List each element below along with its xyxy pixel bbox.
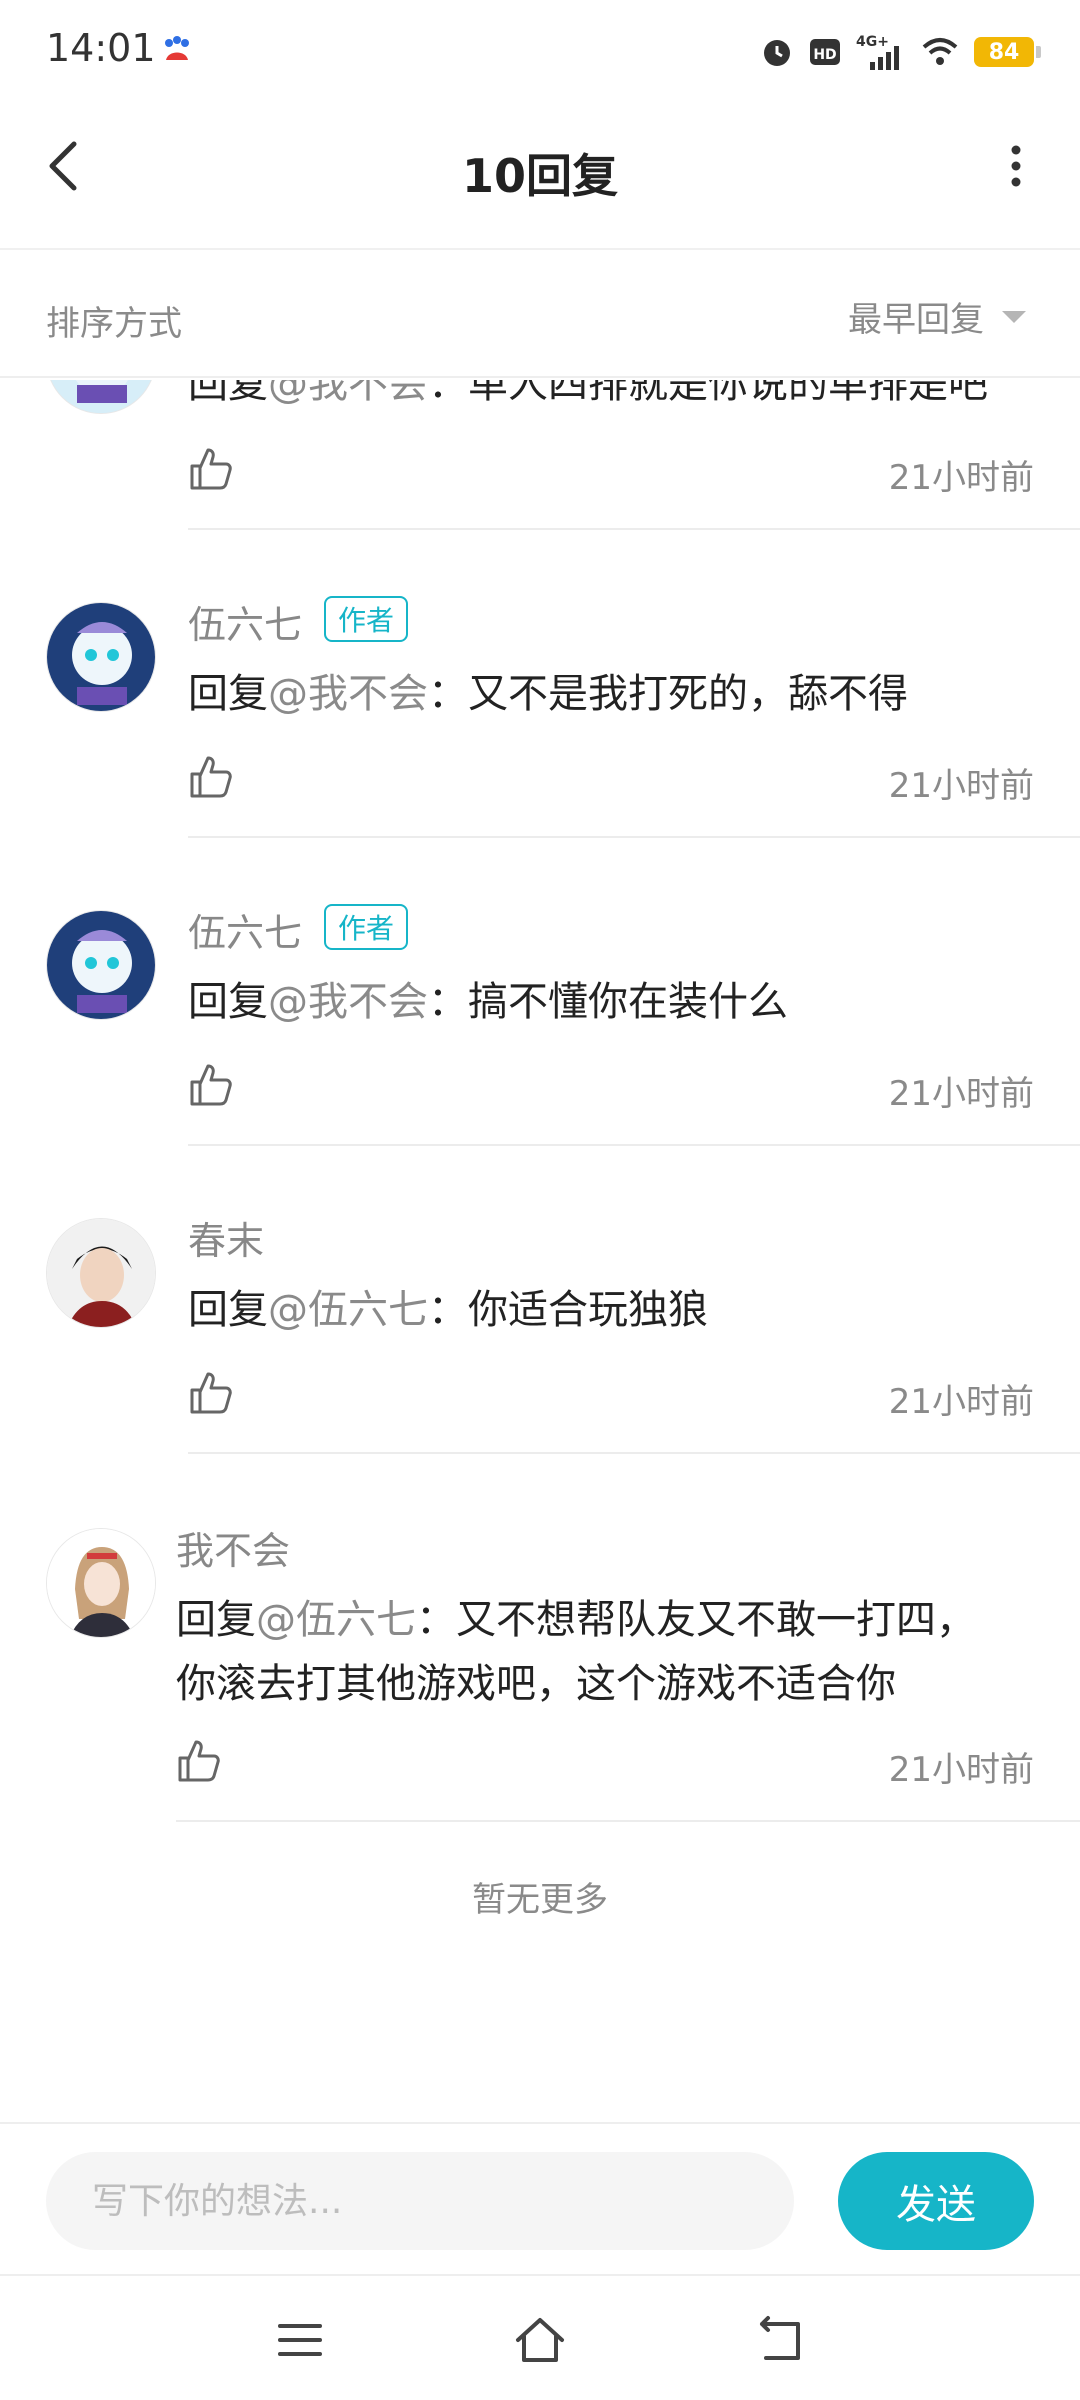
mention-link[interactable]: @我不会	[268, 671, 428, 717]
mention-link[interactable]: @伍六七	[256, 1597, 416, 1643]
sort-bar: 排序方式 最早回复	[0, 252, 1080, 378]
system-nav-bar	[0, 2274, 1080, 2400]
avatar[interactable]	[46, 602, 156, 712]
thumbs-up-icon[interactable]	[176, 1738, 222, 1784]
avatar-image	[47, 380, 155, 413]
svg-text:4G+: 4G+	[856, 34, 889, 50]
reply-time: 21小时前	[888, 1382, 1034, 1422]
reply-content: 回复@伍六七：你适合玩独狼	[188, 1287, 708, 1333]
avatar[interactable]	[46, 1528, 156, 1638]
avatar-image	[47, 1529, 155, 1637]
mention-link[interactable]: @我不会	[268, 979, 428, 1025]
divider	[188, 1452, 1080, 1454]
user-name[interactable]: 我不会	[176, 1520, 290, 1575]
alarm-icon	[764, 40, 790, 66]
reply-time: 21小时前	[888, 458, 1034, 498]
user-name[interactable]: 春末	[188, 1210, 264, 1265]
comment-bar: 发送	[0, 2122, 1080, 2274]
status-bar: 14:01 HD 4G+ 84	[0, 0, 1080, 100]
sort-dropdown[interactable]: 最早回复	[848, 292, 1028, 341]
reply-time: 21小时前	[888, 1750, 1034, 1790]
reply-time: 21小时前	[888, 766, 1034, 806]
wifi-icon	[922, 38, 958, 65]
reply-content: 回复@我不会：搞不懂你在装什么	[188, 979, 788, 1025]
user-name[interactable]: 伍六七	[188, 594, 302, 649]
thumbs-up-icon[interactable]	[188, 1062, 234, 1108]
divider	[188, 1144, 1080, 1146]
home-icon[interactable]	[512, 2312, 568, 2368]
thumbs-up-icon[interactable]	[188, 446, 234, 492]
author-badge: 作者	[324, 904, 409, 950]
avatar-image	[47, 911, 155, 1019]
no-more-label: 暂无更多	[472, 1880, 608, 1920]
divider	[176, 1820, 1080, 1822]
author-badge: 作者	[324, 596, 409, 642]
avatar[interactable]	[46, 380, 156, 414]
menu-icon[interactable]	[272, 2312, 328, 2368]
signal-icon: 4G+	[856, 34, 899, 70]
more-options-icon[interactable]	[988, 136, 1044, 196]
avatar-image	[47, 603, 155, 711]
thumbs-up-icon[interactable]	[188, 1370, 234, 1416]
mention-link[interactable]: @我不会	[268, 380, 428, 407]
thumbs-up-icon[interactable]	[188, 754, 234, 800]
avatar-image	[47, 1219, 155, 1327]
reply-content: 回复@伍六七：又不想帮队友又不敢一打四，	[176, 1597, 976, 1643]
header-bar: 10回复	[0, 100, 1080, 250]
battery-indicator: 84	[974, 37, 1041, 67]
send-button[interactable]: 发送	[838, 2152, 1034, 2250]
caret-down-icon	[1002, 310, 1026, 323]
divider	[188, 836, 1080, 838]
divider	[188, 528, 1080, 530]
comment-input[interactable]	[46, 2152, 794, 2250]
avatar[interactable]	[46, 1218, 156, 1328]
reply-time: 21小时前	[888, 1074, 1034, 1114]
reply-content: 回复@我不会：又不是我打死的，舔不得	[188, 671, 908, 717]
status-time: 14:01	[46, 26, 156, 70]
svg-text:HD: HD	[813, 47, 836, 63]
reply-content: 回复@我不会：单人四排就是你说的单排是吧	[188, 380, 988, 416]
page-title: 10回复	[461, 149, 618, 203]
back-nav-icon[interactable]	[752, 2312, 808, 2368]
hd-icon: HD	[810, 39, 840, 65]
user-name[interactable]: 伍六七	[188, 902, 302, 957]
avatar[interactable]	[46, 910, 156, 1020]
reply-content-line2: 你滚去打其他游戏吧，这个游戏不适合你	[176, 1661, 896, 1707]
mention-link[interactable]: @伍六七	[268, 1287, 428, 1333]
status-icons: HD 4G+ 84	[760, 30, 1041, 74]
baidu-app-icon	[165, 36, 189, 60]
reply-list: 回复@我不会：单人四排就是你说的单排是吧 21小时前 伍六七 作者 回复@我不会…	[0, 380, 1080, 2120]
sort-label: 排序方式	[46, 304, 182, 344]
sort-value: 最早回复	[848, 300, 984, 340]
